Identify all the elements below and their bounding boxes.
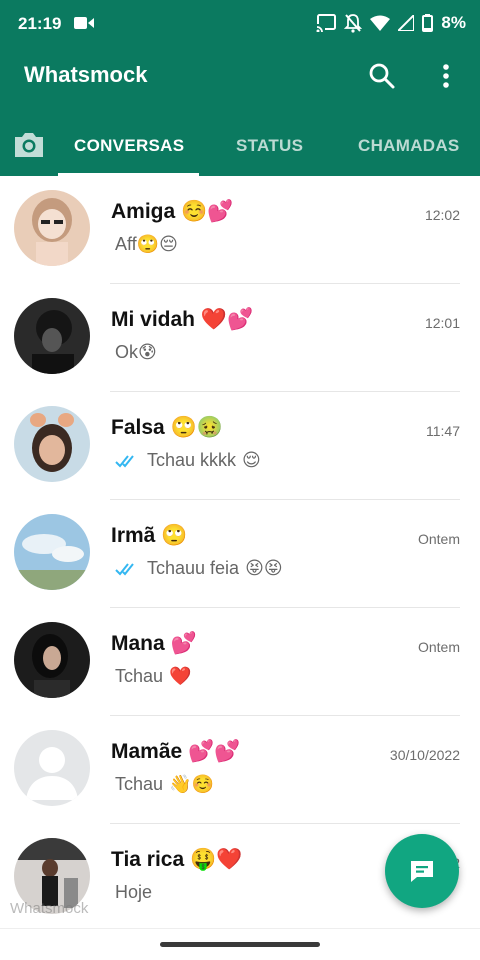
chat-row-irma[interactable]: Irmã 🙄 Ontem Tchauu feia 😝😝 bbox=[0, 500, 480, 608]
cast-icon bbox=[316, 14, 337, 32]
chat-name-text: Tia rica bbox=[111, 848, 185, 871]
avatar bbox=[14, 298, 90, 374]
avatar-image bbox=[14, 298, 90, 374]
chat-name-emoji: 💕 bbox=[170, 632, 197, 655]
tab-conversas[interactable]: CONVERSAS bbox=[74, 136, 184, 156]
app-title: Whatsmock bbox=[24, 62, 148, 87]
avatar bbox=[14, 622, 90, 698]
avatar bbox=[14, 514, 90, 590]
tab-chamadas[interactable]: CHAMADAS bbox=[358, 136, 460, 156]
app-bar: Whatsmock bbox=[0, 48, 480, 104]
message-emoji: 😌 bbox=[242, 450, 261, 470]
video-record-icon bbox=[74, 17, 94, 29]
tab-status[interactable]: STATUS bbox=[236, 136, 303, 156]
chat-name: Mana 💕 bbox=[111, 632, 197, 656]
message-emoji: 😰 bbox=[138, 342, 157, 362]
chat-name: Falsa 🙄🤢 bbox=[111, 416, 223, 440]
status-time: 21:19 bbox=[18, 14, 62, 33]
wifi-icon bbox=[370, 15, 391, 31]
message-emoji: ❤️ bbox=[169, 666, 192, 686]
chat-time: Ontem bbox=[417, 531, 460, 547]
avatar-default bbox=[14, 730, 90, 806]
default-avatar-icon bbox=[14, 730, 90, 806]
message-text: Tchau kkkk bbox=[147, 450, 237, 470]
chat-time: 12:01 bbox=[424, 315, 460, 331]
avatar-image bbox=[14, 190, 90, 266]
chat-time: 11:47 bbox=[426, 423, 460, 439]
chat-row-amiga[interactable]: Amiga ☺️💕 12:02 Aff 🙄😔 bbox=[0, 176, 480, 284]
chat-time: 30/10/2022 bbox=[389, 747, 460, 763]
chat-row-falsa[interactable]: Falsa 🙄🤢 11:47 Tchau kkkk 😌 bbox=[0, 392, 480, 500]
signal-icon bbox=[398, 15, 415, 31]
more-options-icon[interactable] bbox=[432, 60, 460, 92]
system-nav-bar bbox=[0, 928, 480, 960]
read-receipt-icon bbox=[115, 454, 134, 467]
chat-name: Mi vidah ❤️💕 bbox=[111, 308, 253, 332]
chat-last-message: Aff 🙄😔 bbox=[115, 234, 178, 255]
home-gesture-handle[interactable] bbox=[160, 942, 320, 947]
chat-name-emoji: 🤑❤️ bbox=[190, 848, 243, 871]
new-chat-button[interactable] bbox=[385, 834, 459, 908]
message-emoji: 👋☺️ bbox=[169, 774, 214, 794]
search-icon[interactable] bbox=[366, 60, 398, 92]
avatar bbox=[14, 406, 90, 482]
status-bar: 21:19 8% bbox=[0, 0, 480, 48]
chat-name-text: Falsa bbox=[111, 416, 165, 439]
watermark: Whatsmock bbox=[10, 900, 89, 917]
chat-name-emoji: ☺️💕 bbox=[181, 200, 234, 223]
chat-name-text: Mamãe bbox=[111, 740, 183, 763]
header: 21:19 8% Whatsmock CONVERSAS STATUS CHAM… bbox=[0, 0, 480, 176]
notifications-off-icon bbox=[344, 14, 363, 33]
chat-last-message: Ok 😰 bbox=[115, 342, 157, 363]
message-text: Aff bbox=[115, 234, 137, 254]
message-text: Ok bbox=[115, 342, 139, 362]
chat-last-message: Tchau kkkk 😌 bbox=[115, 450, 261, 471]
chat-name-text: Amiga bbox=[111, 200, 176, 223]
avatar-image bbox=[14, 406, 90, 482]
battery-icon bbox=[422, 14, 434, 32]
chat-name-text: Mi vidah bbox=[111, 308, 196, 331]
chat-row-mi-vidah[interactable]: Mi vidah ❤️💕 12:01 Ok 😰 bbox=[0, 284, 480, 392]
chat-name: Irmã 🙄 bbox=[111, 524, 187, 548]
tab-bar: CONVERSAS STATUS CHAMADAS bbox=[0, 118, 480, 176]
chat-time: 12:02 bbox=[424, 207, 460, 223]
chat-last-message: Tchau ❤️ bbox=[115, 666, 191, 687]
chat-name-text: Irmã bbox=[111, 524, 156, 547]
read-receipt-icon bbox=[115, 562, 134, 575]
chat-last-message: Tchau 👋☺️ bbox=[115, 774, 214, 795]
message-text: Tchauu feia bbox=[147, 558, 240, 578]
message-emoji: 🙄😔 bbox=[136, 234, 178, 254]
avatar-image bbox=[14, 514, 90, 590]
chat-last-message: Tchauu feia 😝😝 bbox=[115, 558, 283, 579]
chat-row-mamae[interactable]: Mamãe 💕💕 30/10/2022 Tchau 👋☺️ bbox=[0, 716, 480, 824]
chat-name-emoji: 🙄 bbox=[161, 524, 188, 547]
chat-name: Amiga ☺️💕 bbox=[111, 200, 233, 224]
chat-name: Tia rica 🤑❤️ bbox=[111, 848, 242, 872]
new-chat-icon bbox=[411, 861, 433, 882]
chat-name-text: Mana bbox=[111, 632, 165, 655]
chat-row-mana[interactable]: Mana 💕 Ontem Tchau ❤️ bbox=[0, 608, 480, 716]
status-icons: 8% bbox=[316, 12, 466, 34]
chat-name-emoji: 🙄🤢 bbox=[170, 416, 223, 439]
message-text: Tchau bbox=[115, 774, 164, 794]
message-text: Tchau bbox=[115, 666, 164, 686]
avatar bbox=[14, 190, 90, 266]
chat-name-emoji: ❤️💕 bbox=[200, 308, 254, 331]
avatar-image bbox=[14, 622, 90, 698]
chat-last-message: Hoje bbox=[115, 882, 152, 903]
chat-name: Mamãe 💕💕 bbox=[111, 740, 240, 764]
chat-list: Amiga ☺️💕 12:02 Aff 🙄😔 Mi vidah ❤️💕 12:0… bbox=[0, 176, 480, 928]
message-emoji: 😝😝 bbox=[245, 558, 283, 578]
chat-name-emoji: 💕💕 bbox=[188, 740, 241, 763]
chat-time: Ontem bbox=[417, 639, 460, 655]
message-text: Hoje bbox=[115, 882, 153, 902]
battery-percent: 8% bbox=[441, 13, 466, 32]
camera-icon[interactable] bbox=[12, 130, 46, 160]
